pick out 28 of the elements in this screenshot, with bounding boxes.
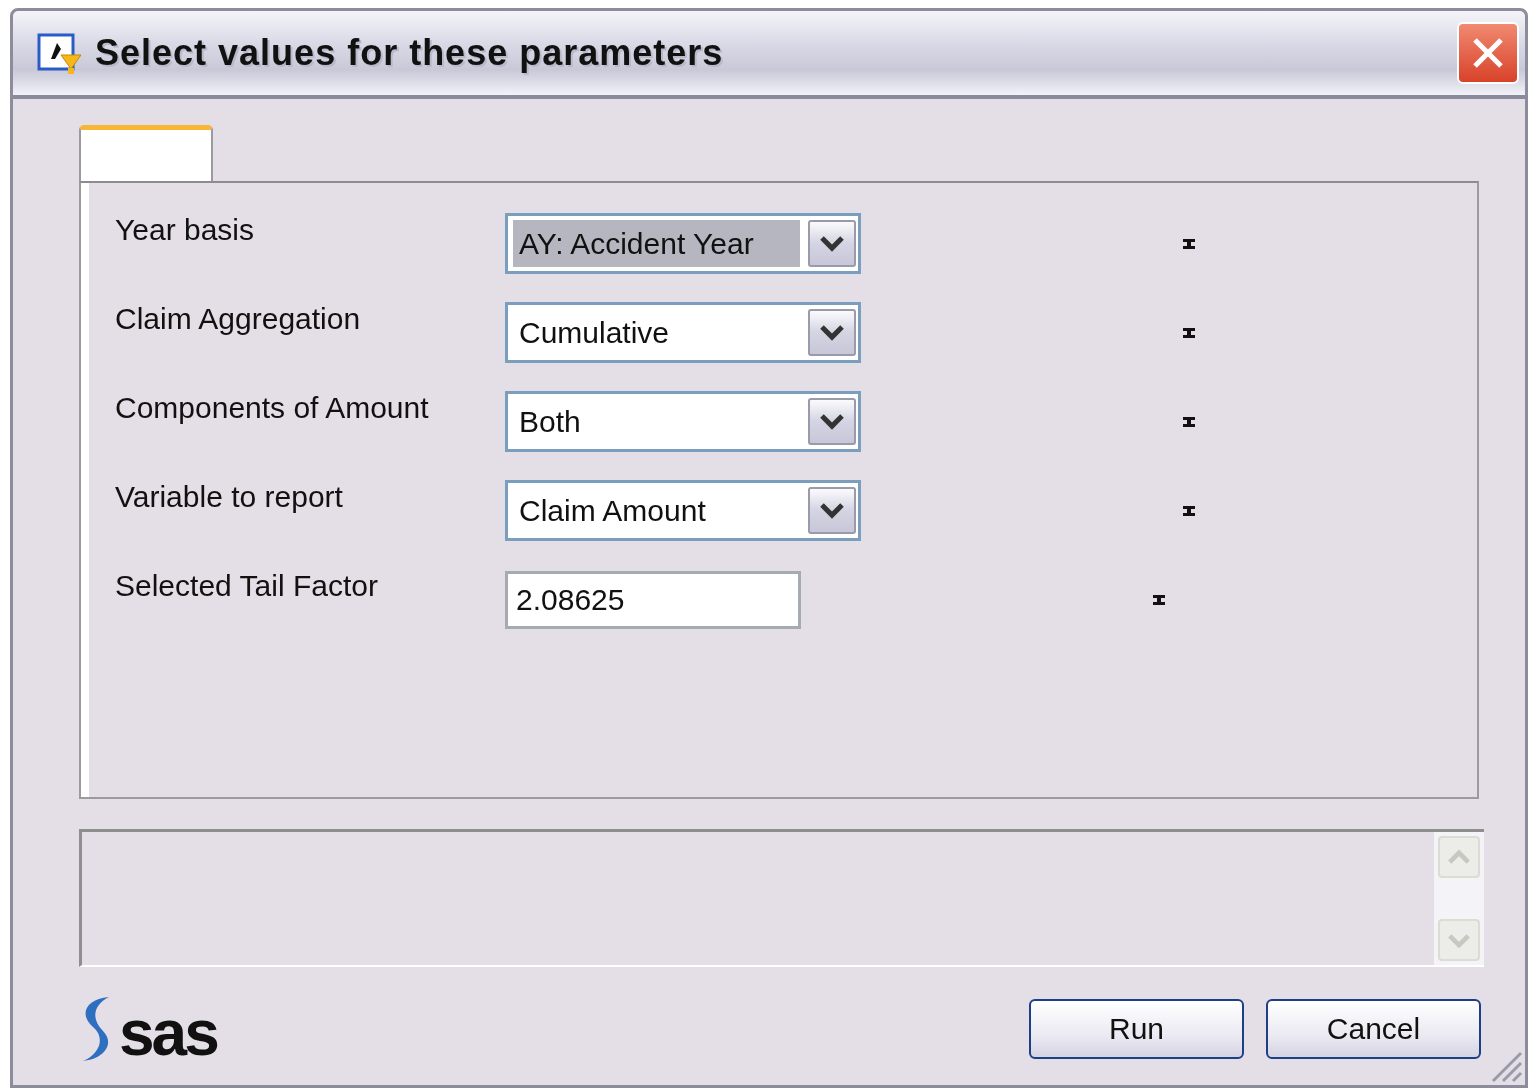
input-field[interactable]: 2.08625 (505, 570, 801, 629)
dropdown-button[interactable] (808, 487, 856, 534)
tab[interactable] (79, 125, 213, 183)
close-button[interactable] (1457, 22, 1519, 84)
close-icon (1471, 36, 1505, 70)
window-title: Select values for these parameters (95, 32, 725, 74)
field-label: Variable to report (115, 480, 344, 514)
dropdown-button[interactable] (808, 220, 856, 267)
dialog-button[interactable]: Cancel (1266, 999, 1481, 1059)
field-label: Claim Aggregation (115, 302, 362, 336)
field-label: Components of Amount (115, 391, 430, 425)
chevron-up-icon (1447, 848, 1471, 866)
dropdown-field[interactable]: Both (505, 391, 861, 452)
field-label: Selected Tail Factor (115, 569, 379, 603)
dropdown-button[interactable] (808, 398, 856, 445)
field-label: Year basis (115, 213, 255, 247)
chevron-down-icon (1447, 931, 1471, 949)
dropdown-button[interactable] (808, 309, 856, 356)
dropdown-field[interactable]: AY: Accident Year (505, 213, 861, 274)
chevron-down-icon (819, 501, 845, 520)
dialog-button[interactable]: Run (1029, 999, 1244, 1059)
chevron-down-icon (819, 234, 845, 253)
dropdown-field[interactable]: Cumulative (505, 302, 861, 363)
chevron-down-icon (819, 323, 845, 342)
logo-text: sas (119, 1001, 217, 1065)
app-icon (37, 31, 83, 75)
dropdown-field[interactable]: Claim Amount (505, 480, 861, 541)
chevron-down-icon (819, 412, 845, 431)
